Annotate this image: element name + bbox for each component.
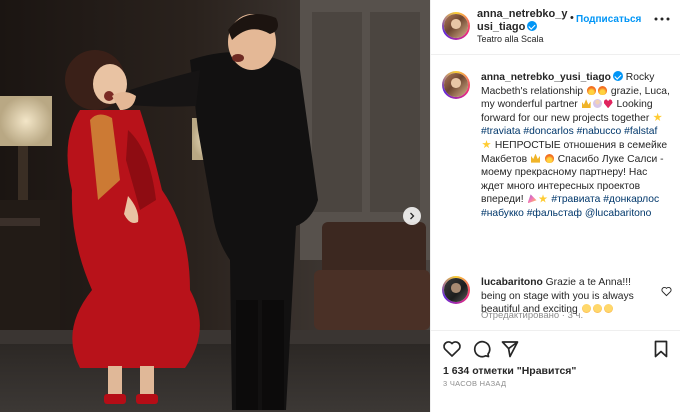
author-username[interactable]: anna_netrebko_yusi_tiago: [477, 8, 569, 34]
hashtag-nabukko-ru[interactable]: #набукко: [481, 208, 524, 219]
smiling-face-emoji-icon: [592, 304, 602, 314]
post-timestamp: 3 ЧАСОВ НАЗАД: [443, 379, 507, 388]
bride-emoji-icon: [592, 99, 602, 109]
hashtag-falstaf-ru[interactable]: #фальстаф: [527, 208, 582, 219]
hashtag-donkarlos-ru[interactable]: #донкарлос: [603, 194, 659, 205]
chevron-right-icon: [410, 212, 415, 220]
hashtag-nabucco[interactable]: #nabucco: [577, 126, 622, 137]
crown-emoji-icon: [531, 153, 540, 163]
star-emoji-icon: [482, 139, 491, 149]
smiling-face-emoji-icon: [603, 304, 613, 314]
post-actions: 1 634 отметки "Нравится" 3 ЧАСОВ НАЗАД: [431, 330, 680, 412]
follow-button[interactable]: Подписаться: [576, 14, 641, 25]
smiling-face-emoji-icon: [581, 304, 591, 314]
caption-username[interactable]: anna_netrebko_yusi_tiago: [481, 72, 611, 83]
like-heart-icon[interactable]: [442, 339, 462, 359]
verified-badge-icon: [612, 71, 623, 81]
share-send-icon[interactable]: [500, 339, 520, 359]
location-link[interactable]: Teatro alla Scala: [477, 34, 544, 44]
caption-author-avatar[interactable]: [442, 71, 470, 99]
party-popper-emoji-icon: [527, 194, 537, 204]
comment-text: lucabaritono Grazie a te Anna!!! being o…: [481, 276, 653, 317]
author-avatar[interactable]: [442, 12, 470, 40]
comment-bubble-icon[interactable]: [471, 339, 491, 359]
fire-emoji-icon: [598, 85, 608, 95]
star-emoji-icon: [653, 112, 662, 121]
opera-stage-photo: [0, 0, 430, 412]
author-username-text[interactable]: anna_netrebko_yusi_tiago: [477, 8, 567, 33]
comment-like-heart-icon[interactable]: [661, 286, 672, 297]
save-bookmark-icon[interactable]: [651, 339, 671, 359]
carousel-next-button[interactable]: [403, 207, 421, 225]
post-image[interactable]: [0, 0, 430, 412]
hashtag-traviata-ru[interactable]: #травиата: [551, 194, 600, 205]
post-header: anna_netrebko_yusi_tiago • Подписаться T…: [431, 0, 680, 55]
likes-count[interactable]: 1 634 отметки "Нравится": [443, 365, 576, 377]
more-horizontal-icon[interactable]: [653, 12, 671, 26]
separator-dot: •: [570, 12, 574, 24]
fire-emoji-icon: [544, 153, 554, 163]
instagram-post: anna_netrebko_yusi_tiago • Подписаться T…: [0, 0, 680, 412]
post-details-panel: anna_netrebko_yusi_tiago • Подписаться T…: [430, 0, 680, 412]
commenter-username[interactable]: lucabaritono: [481, 277, 543, 288]
hashtag-falstaf[interactable]: #falstaf: [624, 126, 657, 137]
commenter-avatar[interactable]: [442, 276, 470, 304]
caption-text: anna_netrebko_yusi_tiago Rocky Macbeth's…: [481, 71, 671, 221]
hashtag-traviata[interactable]: #traviata: [481, 126, 521, 137]
fire-emoji-icon: [587, 85, 597, 95]
heart-emoji-icon: [603, 99, 613, 109]
verified-badge-icon: [527, 21, 538, 31]
hashtag-doncarlos[interactable]: #doncarlos: [523, 126, 573, 137]
star-emoji-icon: [538, 194, 548, 203]
crown-emoji-icon: [581, 99, 591, 109]
mention-lucabaritono[interactable]: @lucabaritono: [585, 208, 652, 219]
